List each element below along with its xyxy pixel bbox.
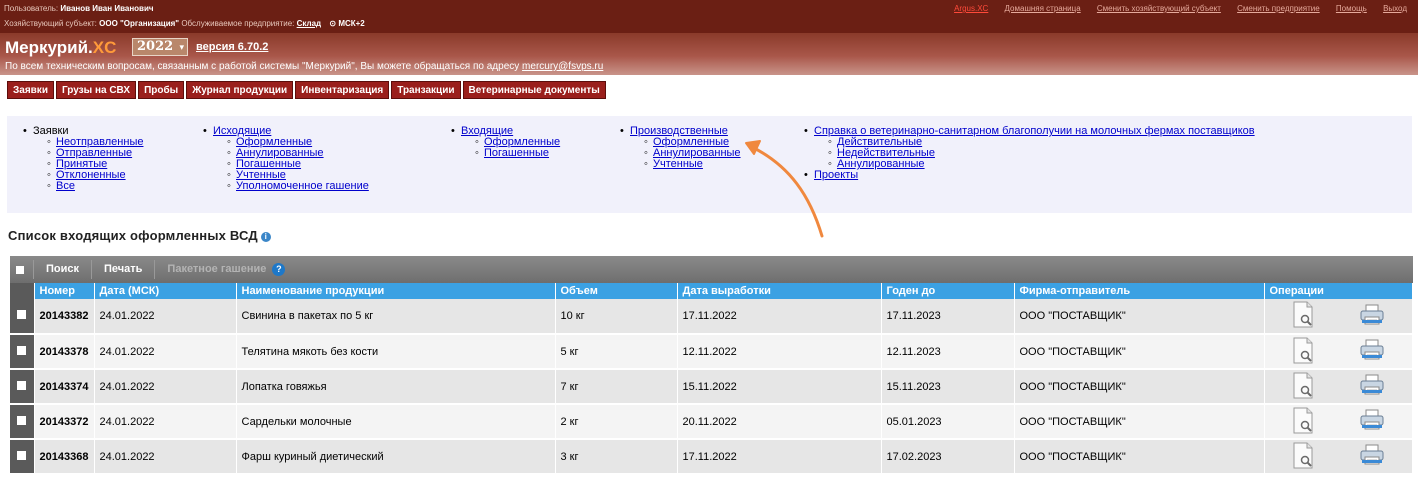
print-row-button[interactable]	[1359, 304, 1385, 329]
column-product[interactable]: Наименование продукции	[236, 283, 556, 299]
cell-product: Лопатка говяжья	[236, 369, 556, 405]
cell-operations	[1264, 299, 1413, 335]
cell-produced: 15.11.2022	[677, 369, 882, 405]
cell-expires: 12.11.2023	[881, 334, 1015, 370]
printer-icon	[1360, 374, 1384, 395]
column-sender[interactable]: Фирма-отправитель	[1014, 283, 1265, 299]
cell-operations	[1264, 369, 1413, 405]
cell-number: 20143368	[34, 439, 95, 475]
cell-volume: 5 кг	[555, 334, 678, 370]
cell-number: 20143374	[34, 369, 95, 405]
column-expires[interactable]: Годен до	[881, 283, 1015, 299]
print-row-button[interactable]	[1359, 339, 1385, 364]
view-button[interactable]	[1291, 337, 1315, 367]
view-button[interactable]	[1291, 442, 1315, 472]
cell-volume: 3 кг	[555, 439, 678, 475]
cell-date: 24.01.2022	[94, 334, 237, 370]
cell-sender: ООО "ПОСТАВЩИК"	[1014, 439, 1265, 475]
cell-number: 20143372	[34, 404, 95, 440]
cell-product: Телятина мякоть без кости	[236, 334, 556, 370]
cell-product: Свинина в пакетах по 5 кг	[236, 299, 556, 335]
table-row[interactable]: 20143382 24.01.2022 Свинина в пакетах по 5…	[10, 299, 1413, 335]
cell-operations	[1264, 334, 1413, 370]
view-document-icon	[1293, 372, 1313, 398]
column-date[interactable]: Дата (МСК)	[94, 283, 237, 299]
cell-operations	[1264, 404, 1413, 440]
cell-volume: 10 кг	[555, 299, 678, 335]
cell-sender: ООО "ПОСТАВЩИК"	[1014, 334, 1265, 370]
column-operations: Операции	[1264, 283, 1413, 299]
printer-icon	[1360, 444, 1384, 465]
row-checkbox[interactable]	[17, 415, 27, 425]
printer-icon	[1360, 409, 1384, 430]
info-icon[interactable]: i	[260, 231, 271, 242]
cell-expires: 15.11.2023	[881, 369, 1015, 405]
page-title: Список входящих оформленных ВСД i	[8, 228, 271, 243]
cell-date: 24.01.2022	[94, 369, 237, 405]
column-number[interactable]: Номер	[34, 283, 95, 299]
row-checkbox-cell	[10, 369, 35, 405]
cell-number: 20143378	[34, 334, 95, 370]
table-row[interactable]: 20143374 24.01.2022 Лопатка говяжья 7 кг 15.…	[10, 369, 1413, 405]
checkbox-column-header	[10, 283, 35, 299]
table-toolbar: Поиск Печать Пакетное гашение?	[10, 256, 1413, 283]
view-document-icon	[1293, 301, 1313, 328]
cell-volume: 7 кг	[555, 369, 678, 405]
cell-sender: ООО "ПОСТАВЩИК"	[1014, 369, 1265, 405]
view-document-icon	[1293, 442, 1313, 468]
row-checkbox-cell	[10, 404, 35, 440]
cell-produced: 12.11.2022	[677, 334, 882, 370]
cell-operations	[1264, 439, 1413, 475]
search-button[interactable]: Поиск	[33, 260, 91, 279]
view-button[interactable]	[1291, 301, 1315, 331]
row-checkbox[interactable]	[17, 310, 27, 319]
batch-redeem-label: Пакетное гашение	[167, 263, 267, 275]
view-button[interactable]	[1291, 407, 1315, 437]
cell-sender: ООО "ПОСТАВЩИК"	[1014, 299, 1265, 335]
row-checkbox[interactable]	[17, 345, 27, 355]
cell-date: 24.01.2022	[94, 404, 237, 440]
row-checkbox-cell	[10, 439, 35, 475]
print-button[interactable]: Печать	[91, 260, 154, 279]
table-row[interactable]: 20143372 24.01.2022 Сардельки молочные 2 кг…	[10, 404, 1413, 440]
print-row-button[interactable]	[1359, 409, 1385, 434]
printer-icon	[1360, 339, 1384, 360]
cell-produced: 20.11.2022	[677, 404, 882, 440]
cell-expires: 17.11.2023	[881, 299, 1015, 335]
cell-product: Сардельки молочные	[236, 404, 556, 440]
cell-date: 24.01.2022	[94, 439, 237, 475]
vsd-table: Номер Дата (МСК) Наименование продукции …	[10, 283, 1413, 475]
table-row[interactable]: 20143368 24.01.2022 Фарш куриный диетическ…	[10, 439, 1413, 475]
row-checkbox-cell	[10, 334, 35, 370]
cell-expires: 05.01.2023	[881, 404, 1015, 440]
help-icon[interactable]: ?	[272, 262, 286, 276]
table-row[interactable]: 20143378 24.01.2022 Телятина мякоть без ко…	[10, 334, 1413, 370]
print-row-button[interactable]	[1359, 374, 1385, 399]
column-volume[interactable]: Объем	[555, 283, 678, 299]
view-document-icon	[1293, 407, 1313, 433]
cell-date: 24.01.2022	[94, 299, 237, 335]
cell-number: 20143382	[34, 299, 95, 335]
row-checkbox[interactable]	[17, 450, 27, 460]
cell-expires: 17.02.2023	[881, 439, 1015, 475]
view-document-icon	[1293, 337, 1313, 363]
printer-icon	[1360, 304, 1384, 324]
cell-volume: 2 кг	[555, 404, 678, 440]
batch-redeem-button[interactable]: Пакетное гашение?	[154, 260, 297, 279]
cell-produced: 17.11.2022	[677, 299, 882, 335]
list-title-text: Список входящих оформленных ВСД	[8, 228, 258, 243]
select-all-checkbox[interactable]	[16, 265, 24, 274]
cell-product: Фарш куриный диетический	[236, 439, 556, 475]
cell-produced: 17.11.2022	[677, 439, 882, 475]
print-row-button[interactable]	[1359, 444, 1385, 469]
row-checkbox[interactable]	[17, 380, 27, 390]
cell-sender: ООО "ПОСТАВЩИК"	[1014, 404, 1265, 440]
view-button[interactable]	[1291, 372, 1315, 402]
column-produced[interactable]: Дата выработки	[677, 283, 882, 299]
row-checkbox-cell	[10, 299, 35, 335]
